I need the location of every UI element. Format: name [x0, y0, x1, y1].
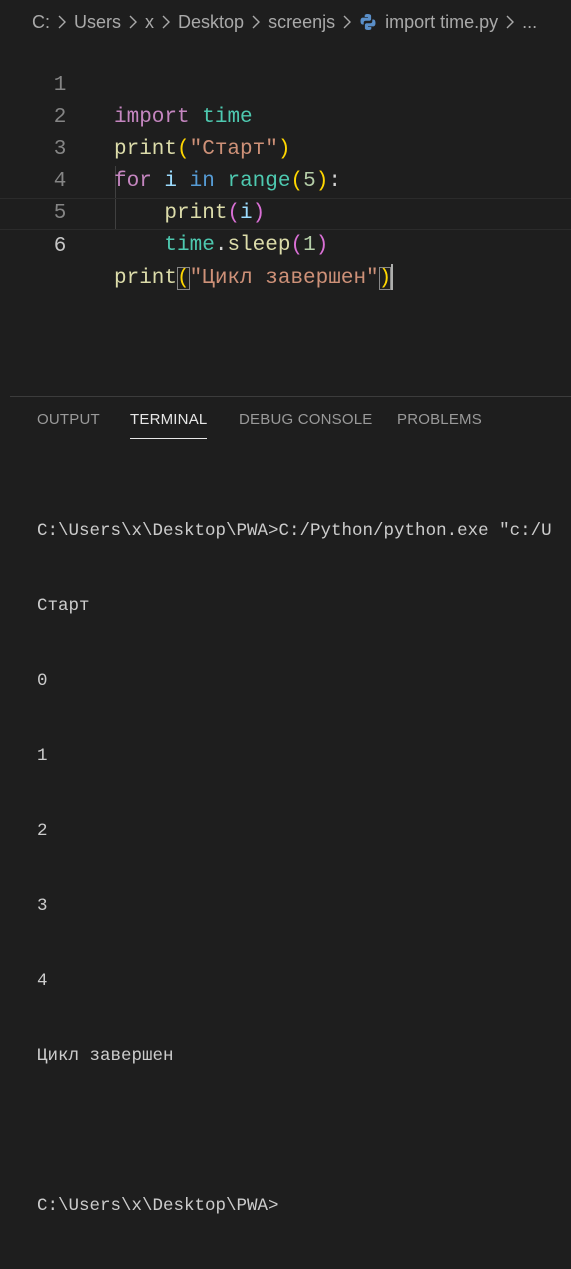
code-line[interactable]: 3 for i in range(5): — [0, 102, 571, 193]
terminal-line: 0 — [37, 671, 48, 691]
tab-terminal[interactable]: TERMINAL — [130, 411, 207, 428]
tab-debug-console[interactable]: DEBUG CONSOLE — [239, 411, 372, 428]
code-token: . — [214, 234, 228, 257]
code-editor[interactable]: 1 import time 2 print("Старт") 3 for i i… — [0, 38, 571, 396]
code-line-content: print("Цикл завершен") — [114, 263, 394, 295]
code-token: "Цикл завершен" — [189, 267, 379, 290]
code-line-current[interactable]: 6 print("Цикл завершен") — [0, 198, 571, 291]
active-tab-indicator — [130, 438, 207, 439]
panel-tabs: OUTPUT TERMINAL DEBUG CONSOLE PROBLEMS — [0, 397, 571, 443]
chevron-right-icon — [160, 15, 172, 29]
line-number: 6 — [53, 235, 67, 258]
terminal-line: 2 — [37, 821, 48, 841]
breadcrumb-item-more[interactable]: ... — [522, 12, 537, 33]
chevron-right-icon — [504, 15, 516, 29]
code-token: time — [164, 234, 215, 257]
code-token: ) — [378, 267, 392, 290]
chevron-right-icon — [56, 15, 68, 29]
breadcrumb-item-users[interactable]: Users — [74, 12, 121, 33]
terminal-line: 4 — [37, 971, 48, 991]
terminal-line: 1 — [37, 746, 48, 766]
code-token: 1 — [303, 234, 316, 257]
code-line[interactable]: 2 print("Старт") — [0, 70, 571, 161]
breadcrumb-item-file[interactable]: import time.py — [385, 12, 498, 33]
breadcrumb-item-drive[interactable]: C: — [32, 12, 50, 33]
tab-output[interactable]: OUTPUT — [37, 411, 100, 428]
chevron-right-icon — [250, 15, 262, 29]
breadcrumb-item-desktop[interactable]: Desktop — [178, 12, 244, 33]
breadcrumb-item-folder[interactable]: screenjs — [268, 12, 335, 33]
code-token: sleep — [227, 234, 291, 257]
chevron-right-icon — [127, 15, 139, 29]
terminal-prompt[interactable]: C:\Users\x\Desktop\PWA> — [37, 1194, 571, 1219]
text-cursor — [391, 264, 394, 291]
terminal-line: 3 — [37, 896, 48, 916]
bottom-panel: OUTPUT TERMINAL DEBUG CONSOLE PROBLEMS C… — [0, 397, 571, 1216]
tab-problems[interactable]: PROBLEMS — [397, 411, 482, 428]
code-line[interactable]: 1 import time — [0, 38, 571, 129]
code-line[interactable]: 5 time.sleep(1) — [0, 166, 571, 257]
code-token: ( — [290, 234, 304, 257]
code-line-content: time.sleep(1) — [114, 230, 328, 262]
python-file-icon — [359, 13, 377, 31]
terminal-line: C:\Users\x\Desktop\PWA>C:/Python/python.… — [37, 521, 552, 541]
code-token: ( — [177, 267, 190, 290]
terminal-output[interactable]: C:\Users\x\Desktop\PWA>C:/Python/python.… — [37, 469, 571, 1269]
code-token: print — [114, 267, 178, 290]
breadcrumb-item-user[interactable]: x — [145, 12, 154, 33]
terminal-line: Цикл завершен — [37, 1046, 174, 1066]
chevron-right-icon — [341, 15, 353, 29]
code-token: ) — [315, 234, 329, 257]
code-line[interactable]: 4 print(i) — [0, 134, 571, 225]
terminal-line: Старт — [37, 596, 90, 616]
